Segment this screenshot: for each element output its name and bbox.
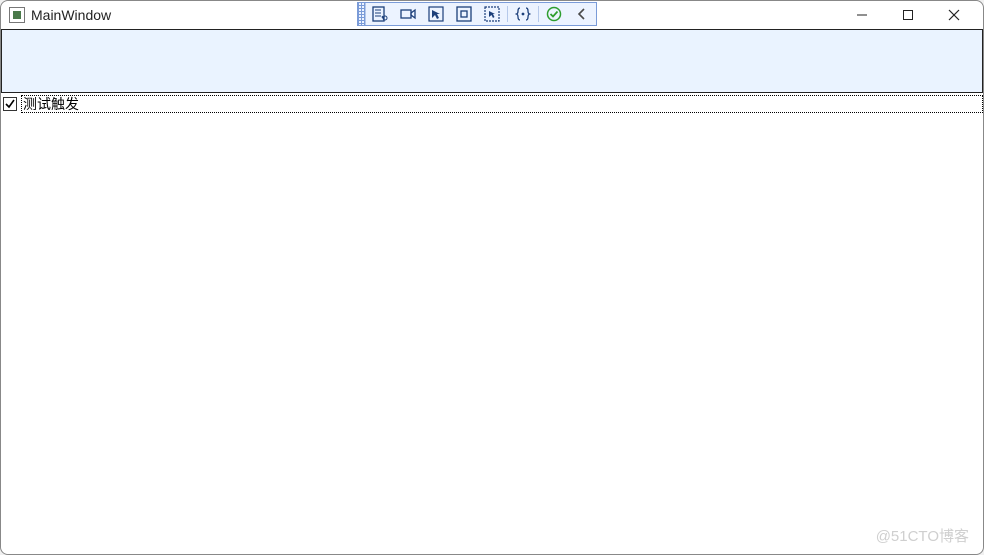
check-icon (5, 99, 15, 109)
check-circle-icon (546, 6, 562, 22)
maximize-button[interactable] (885, 1, 931, 29)
close-icon (948, 9, 960, 21)
toolbar-separator (507, 6, 508, 22)
xaml-binding-button[interactable] (509, 3, 537, 25)
test-trigger-label[interactable]: 测试触发 (21, 95, 983, 113)
select-element-button[interactable] (422, 3, 450, 25)
top-panel (1, 29, 983, 93)
chevron-left-icon (574, 6, 590, 22)
select-element-icon (428, 6, 444, 22)
braces-icon (515, 6, 531, 22)
layout-adorners-button[interactable] (394, 3, 422, 25)
track-focus-button[interactable] (478, 3, 506, 25)
display-layout-button[interactable] (450, 3, 478, 25)
window-controls (839, 1, 977, 29)
minimize-icon (856, 9, 868, 21)
live-property-explorer-button[interactable] (366, 3, 394, 25)
checkbox-row: 测试触发 (1, 95, 983, 113)
maximize-icon (902, 9, 914, 21)
track-focus-icon (484, 6, 500, 22)
titlebar: MainWindow (1, 1, 983, 29)
toolbar-grip-icon[interactable] (358, 3, 366, 25)
app-icon (9, 7, 25, 23)
client-area: 测试触发 (1, 29, 983, 554)
main-window: MainWindow (0, 0, 984, 555)
minimize-button[interactable] (839, 1, 885, 29)
collapse-toolbar-button[interactable] (568, 3, 596, 25)
camera-icon (400, 6, 416, 22)
toolbar-separator (538, 6, 539, 22)
display-layout-icon (456, 6, 472, 22)
test-trigger-checkbox[interactable] (3, 97, 17, 111)
hot-reload-button[interactable] (540, 3, 568, 25)
xaml-debug-toolbar[interactable] (357, 2, 597, 26)
live-property-explorer-icon (372, 6, 388, 22)
window-title: MainWindow (31, 7, 111, 23)
close-button[interactable] (931, 1, 977, 29)
